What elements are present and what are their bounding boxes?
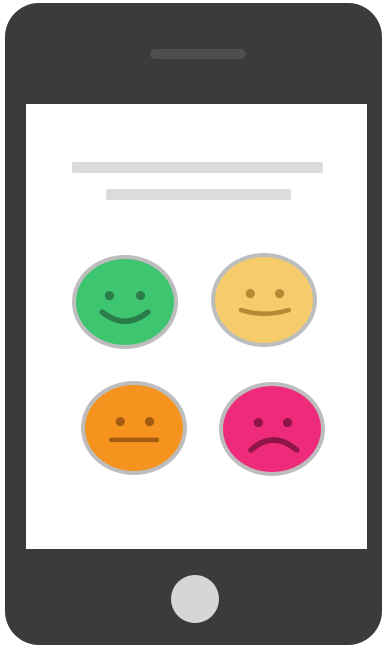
- placeholder-text-line: [72, 162, 323, 173]
- phone-screen: [26, 104, 367, 549]
- happy-face-icon[interactable]: [72, 255, 178, 349]
- placeholder-text-line: [106, 189, 291, 200]
- content-face-icon[interactable]: [211, 253, 317, 347]
- sad-face-icon[interactable]: [219, 382, 325, 476]
- speaker-grille: [150, 49, 246, 59]
- neutral-face-icon[interactable]: [81, 381, 187, 475]
- home-button[interactable]: [171, 575, 219, 623]
- phone-body: [5, 3, 382, 645]
